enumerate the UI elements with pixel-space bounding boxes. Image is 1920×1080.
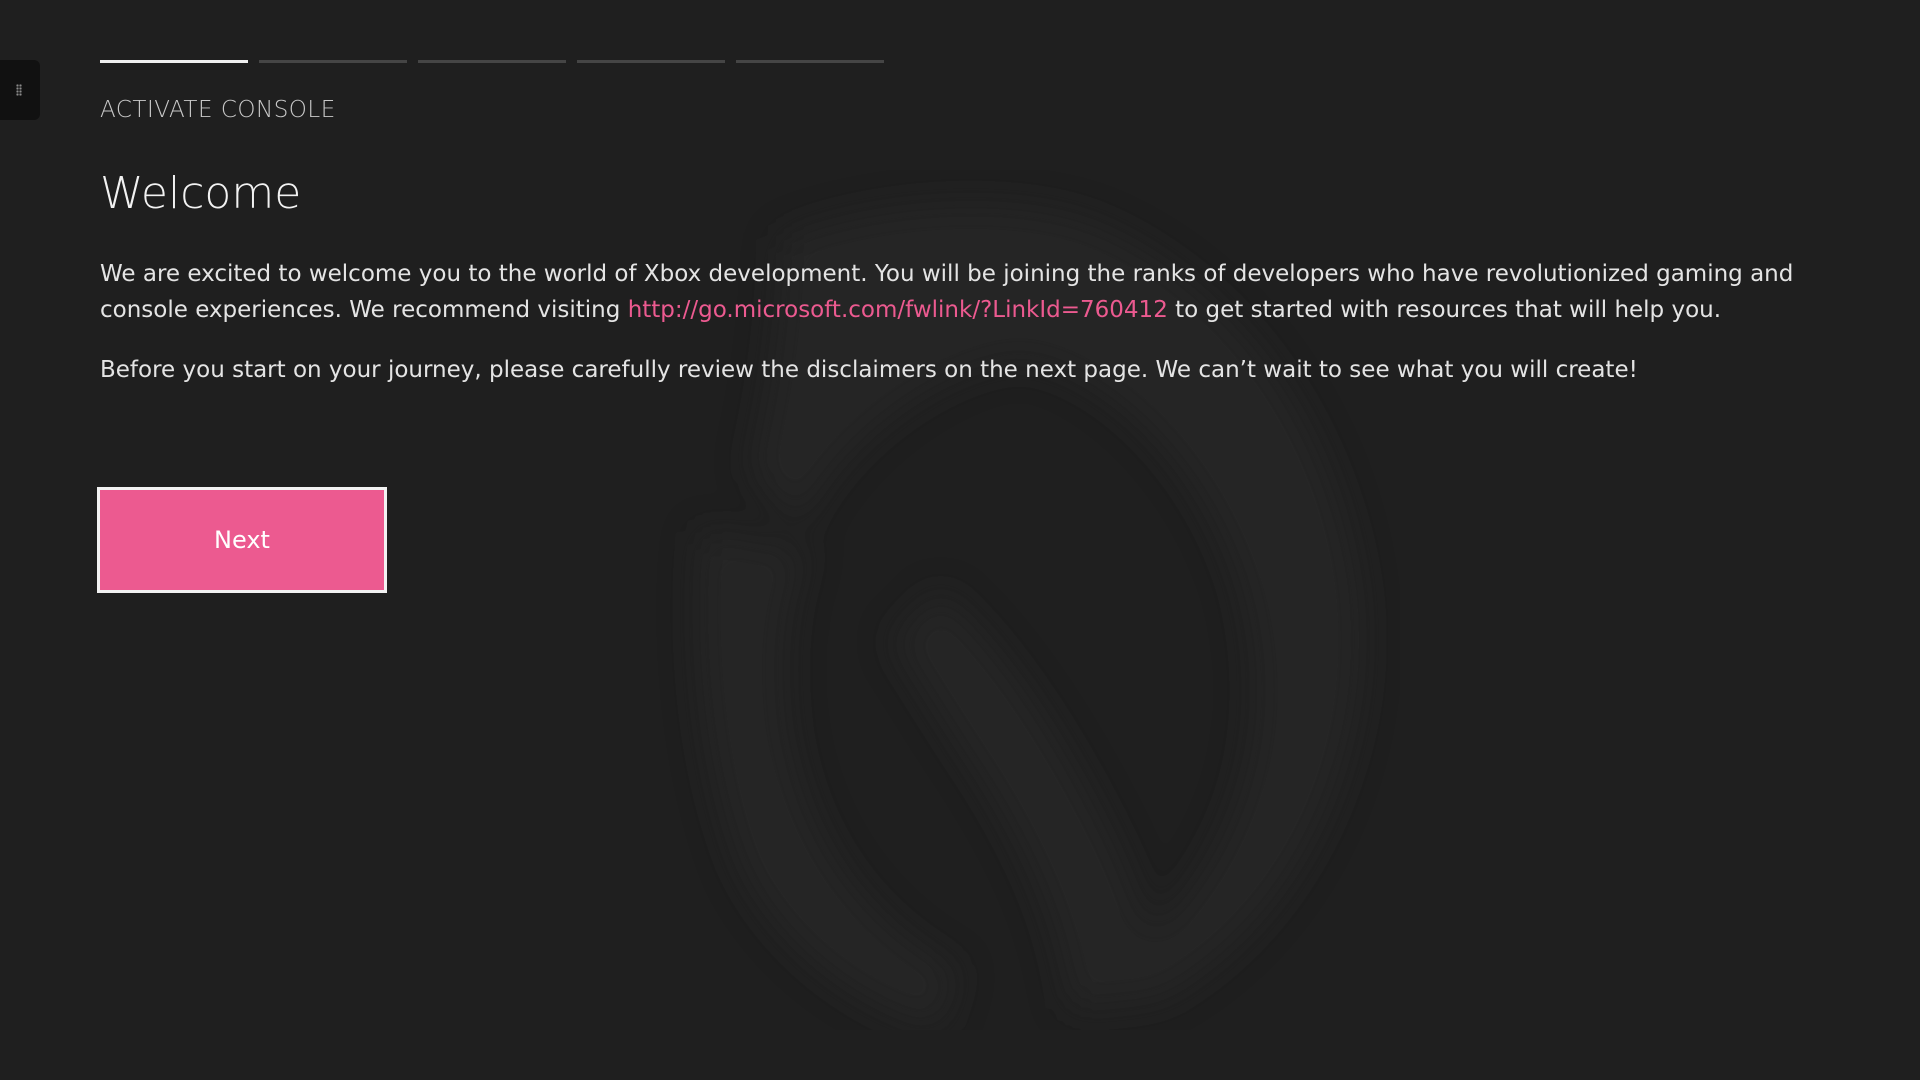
activate-console-page: ACTIVATE CONSOLE Welcome We are excited …: [0, 0, 1920, 1080]
progress-step-3: [418, 60, 566, 63]
progress-step-2: [259, 60, 407, 63]
welcome-content: We are excited to welcome you to the wor…: [100, 256, 1800, 412]
page-title: Welcome: [100, 168, 302, 219]
disclaimer-paragraph: Before you start on your journey, please…: [100, 357, 1638, 383]
drag-handle-icon: [16, 84, 22, 96]
step-progress-indicator: [100, 60, 884, 63]
intro-text-after-link: to get started with resources that will …: [1167, 297, 1722, 323]
progress-step-1: [100, 60, 248, 63]
side-panel-handle[interactable]: [0, 60, 40, 120]
intro-paragraph: We are excited to welcome you to the wor…: [100, 256, 1800, 328]
next-button[interactable]: Next: [97, 487, 387, 593]
section-label: ACTIVATE CONSOLE: [100, 97, 336, 123]
progress-step-4: [577, 60, 725, 63]
progress-step-5: [736, 60, 884, 63]
resources-link[interactable]: http://go.microsoft.com/fwlink/?LinkId=7…: [628, 297, 1168, 323]
